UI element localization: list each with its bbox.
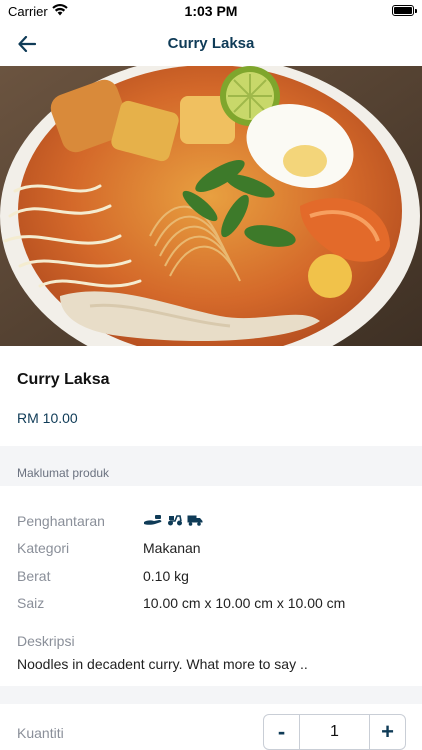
section-divider [0, 686, 422, 704]
product-price: RM 10.00 [17, 410, 78, 426]
section-title: Maklumat produk [17, 466, 110, 480]
size-row: Saiz 10.00 cm x 10.00 cm x 10.00 cm [17, 595, 407, 615]
quantity-row: Kuantiti - 1 + [0, 704, 422, 750]
category-label: Kategori [17, 540, 70, 556]
weight-value: 0.10 kg [143, 568, 189, 584]
quantity-value[interactable]: 1 [300, 715, 369, 749]
product-header: Curry Laksa RM 10.00 [0, 346, 422, 446]
weight-label: Berat [17, 568, 51, 584]
clock: 1:03 PM [184, 3, 238, 19]
size-label: Saiz [17, 595, 45, 611]
delivery-row: Penghantaran [17, 513, 407, 533]
product-image [0, 66, 422, 346]
description-label: Deskripsi [17, 633, 75, 649]
hand-pickup-icon [144, 515, 162, 525]
navigation-bar: Curry Laksa [0, 22, 422, 66]
scooter-icon [168, 515, 182, 526]
increment-button[interactable]: + [369, 715, 405, 749]
category-row: Kategori Makanan [17, 540, 407, 560]
delivery-options [143, 514, 203, 526]
section-header: Maklumat produk [0, 446, 422, 486]
page-title: Curry Laksa [167, 35, 255, 52]
decrement-button[interactable]: - [264, 715, 300, 749]
product-details: Penghantaran Kategori Makanan Berat 0.10… [0, 486, 422, 686]
size-value: 10.00 cm x 10.00 cm x 10.00 cm [143, 595, 346, 611]
quantity-stepper: - 1 + [263, 714, 406, 750]
product-name: Curry Laksa [17, 371, 110, 388]
status-bar: Carrier 1:03 PM [0, 0, 422, 22]
truck-icon [187, 515, 203, 526]
delivery-label: Penghantaran [17, 513, 105, 529]
battery-icon [392, 5, 417, 16]
description-text: Noodles in decadent curry. What more to … [17, 656, 308, 672]
quantity-label: Kuantiti [17, 725, 64, 741]
category-value: Makanan [143, 540, 201, 556]
weight-row: Berat 0.10 kg [17, 568, 407, 588]
